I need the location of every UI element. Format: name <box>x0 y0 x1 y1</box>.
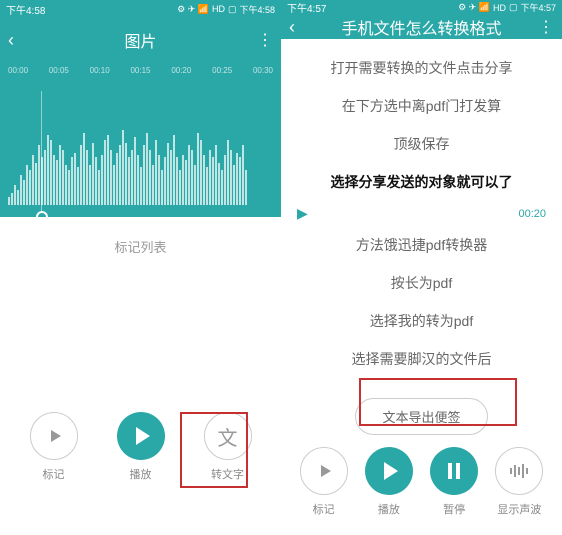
transcript-line-active: 选择分享发送的对象就可以了 <box>297 163 546 201</box>
play-icon <box>384 462 398 480</box>
play-button[interactable]: 播放 <box>117 412 165 482</box>
status-indicators: ⚙ ✈ 📶 HD ▢ 下午4:58 <box>177 3 275 16</box>
inline-play-row: ▶ 00:20 <box>297 201 546 226</box>
pause-icon <box>448 463 460 479</box>
pause-button[interactable]: 暂停 <box>430 447 478 517</box>
play-button[interactable]: 播放 <box>365 447 413 517</box>
header: ‹ 图片 ⋮ <box>0 18 281 62</box>
page-title: 手机文件怎么转换格式 <box>309 15 534 39</box>
playhead-line <box>41 91 42 211</box>
timestamp: 00:20 <box>518 208 546 220</box>
header: ‹ 手机文件怎么转换格式 ⋮ <box>281 15 562 39</box>
status-bar: 下午4:57 ⚙ ✈ 📶 HD ▢ 下午4:57 <box>281 0 562 15</box>
mark-button[interactable]: 标记 <box>30 412 78 482</box>
wave-icon <box>510 464 528 478</box>
status-time: 下午4:58 <box>6 2 45 17</box>
inline-play-icon[interactable]: ▶ <box>297 205 308 222</box>
menu-icon[interactable]: ⋮ <box>534 17 554 37</box>
status-time: 下午4:57 <box>287 0 326 15</box>
waveform <box>0 105 281 205</box>
transcript-line: 选择需要脚汉的文件后 <box>297 340 546 378</box>
show-wave-button[interactable]: 显示声波 <box>495 447 543 517</box>
transcript-line: 按长为pdf <box>297 264 546 302</box>
transcript-line: 顶级保存 <box>297 125 546 163</box>
waveform-area[interactable]: 00:0000:0500:1000:1500:2000:2500:30 <box>0 62 281 217</box>
back-icon[interactable]: ‹ <box>289 17 309 38</box>
highlight-annotation <box>180 412 248 488</box>
menu-icon[interactable]: ⋮ <box>253 30 273 50</box>
status-indicators: ⚙ ✈ 📶 HD ▢ 下午4:57 <box>458 1 556 14</box>
back-icon[interactable]: ‹ <box>8 30 28 51</box>
transcript-line: 选择我的转为pdf <box>297 302 546 340</box>
time-marks: 00:0000:0500:1000:1500:2000:2500:30 <box>0 62 281 75</box>
transcript-line: 在下方选中离pdf门打发算 <box>297 87 546 125</box>
marker-list-label: 标记列表 <box>0 217 281 276</box>
transcript-line: 打开需要转换的文件点击分享 <box>297 49 546 87</box>
mark-button[interactable]: 标记 <box>300 447 348 517</box>
flag-icon <box>321 465 331 477</box>
transcript-line: 方法饿迅捷pdf转换器 <box>297 226 546 264</box>
status-bar: 下午4:58 ⚙ ✈ 📶 HD ▢ 下午4:58 <box>0 0 281 18</box>
playhead[interactable] <box>36 211 48 217</box>
page-title: 图片 <box>28 28 253 52</box>
bottom-controls: 标记 播放 暂停 显示声波 <box>281 435 562 535</box>
flag-icon <box>51 430 61 442</box>
play-icon <box>136 427 150 445</box>
highlight-annotation <box>359 378 517 426</box>
